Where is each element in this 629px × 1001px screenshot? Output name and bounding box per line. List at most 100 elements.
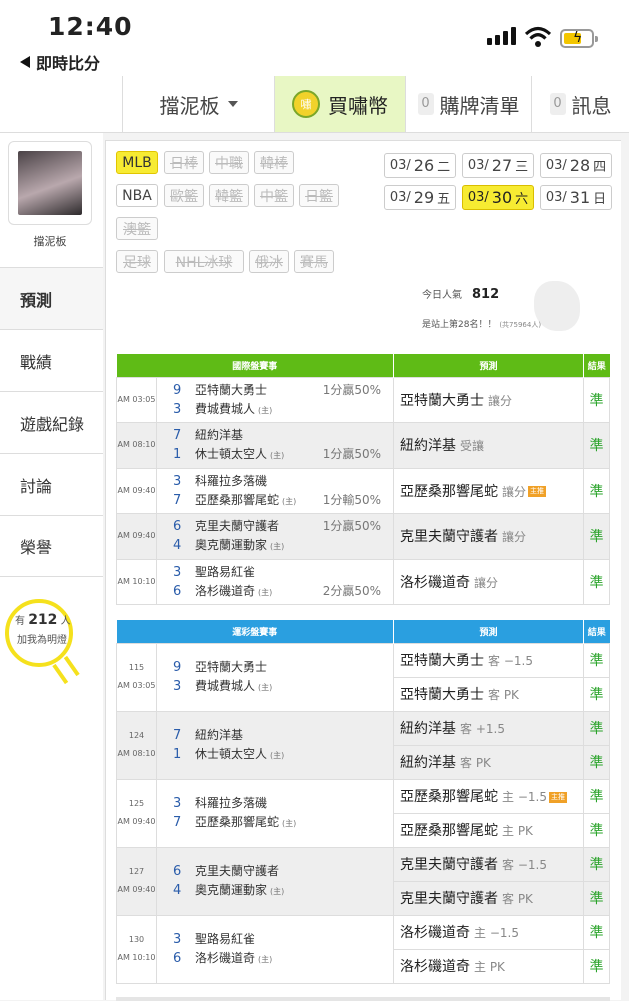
sidebar-item-honors[interactable]: 榮譽 (0, 515, 103, 577)
prediction-cell[interactable]: 洛杉磯道奇主 −1.5 (393, 914, 584, 950)
table-row: AM 09:40 6 克里夫蘭守護者 1分贏50% 4 奧克蘭運動家 (主) 克里夫蘭守護者讓… (116, 513, 610, 560)
away-team: 9 亞特蘭大勇士 (173, 660, 268, 675)
prediction-cell[interactable]: 亞特蘭大勇士客 −1.5 (393, 642, 584, 678)
message-count-badge: 0 (549, 93, 566, 115)
result-cell: 準 (583, 422, 610, 469)
tag-nba[interactable]: NBA (116, 184, 158, 207)
matchup: 6 克里夫蘭守護者 4 奧克蘭運動家 (主) (156, 846, 394, 916)
prediction-cell[interactable]: 紐約洋基客 +1.5 (393, 710, 584, 746)
table-row: AM 03:05 9 亞特蘭大勇士 1分贏50% 3 費城費城人 (主) 亞特蘭大勇士 讓分準 (116, 376, 610, 423)
matchup: 7 紐約洋基 1 休士頓太空人 (主) (156, 710, 394, 780)
table-row: 125 AM 09:40 3 科羅拉多落磯 7 亞歷桑那響尾蛇 (主) 亞歷桑那響尾蛇主 −1… (116, 778, 610, 848)
table-row: 124 AM 08:10 7 紐約洋基 1 休士頓太空人 (主) 紐約洋基客 +1.5 準 (116, 710, 610, 780)
intl-header-result: 結果 (583, 354, 610, 377)
prediction-cell[interactable]: 亞歷桑那響尾蛇主 −1.5 主推 (393, 778, 584, 814)
prediction-cell[interactable]: 克里夫蘭守護者客 −1.5 (393, 846, 584, 882)
result-cell: 準 (583, 846, 610, 882)
result-cell: 準 (583, 467, 610, 514)
matchup: 3 聖路易紅雀 6 洛杉磯道奇 (主) 2分贏50% (156, 558, 394, 605)
away-team: 3 科羅拉多落磯 (173, 473, 268, 489)
coin-icon: 嘯 (292, 90, 320, 118)
pick-type: 讓分 (502, 530, 527, 545)
follow-bulb-button[interactable]: 有 212 人 加我為明燈 (5, 599, 80, 687)
tag-nhl[interactable]: NHL冰球 (164, 250, 244, 273)
pick-team: 洛杉磯道奇 (400, 925, 470, 941)
game-number-time: 127 AM 09:40 (116, 846, 157, 916)
pick-team: 洛杉磯道奇 (400, 959, 470, 975)
prediction-cell[interactable]: 洛杉磯道奇主 PK (393, 948, 584, 984)
prediction-cell[interactable]: 紐約洋基客 PK (393, 744, 584, 780)
user-menu[interactable]: 擋泥板 (122, 76, 274, 132)
table-row: AM 10:10 3 聖路易紅雀 6 洛杉磯道奇 (主) 2分贏50% 洛杉磯道奇 讓分準 (116, 558, 610, 605)
home-team: 1 休士頓太空人 (主) 1分贏50% (173, 447, 381, 463)
table-row: AM 08:10 7 紐約洋基 1 休士頓太空人 (主) 1分贏50% 紐約洋基 受讓準 (116, 422, 610, 469)
date-0331[interactable]: 03/31 日 (540, 185, 612, 210)
rank-text: 是站上第28名！！ (共75964人) (422, 320, 542, 330)
matchup: 6 克里夫蘭守護者 1分贏50% 4 奧克蘭運動家 (主) (156, 513, 394, 560)
buy-coin-button[interactable]: 嘯買嘯幣 (274, 76, 405, 132)
tag-cpbl[interactable]: 中職 (209, 151, 249, 174)
tag-euro-basketball[interactable]: 歐籃 (164, 184, 204, 207)
date-0330[interactable]: 03/30 六 (462, 185, 534, 210)
prediction-cell[interactable]: 克里夫蘭守護者客 PK (393, 880, 584, 916)
messages-label: 訊息 (571, 93, 612, 118)
sidebar-item-record[interactable]: 戰績 (0, 329, 103, 391)
result-cell: 準 (583, 880, 610, 916)
result-cell: 準 (583, 513, 610, 560)
sidebar-item-discussion[interactable]: 討論 (0, 453, 103, 515)
date-0327[interactable]: 03/27 三 (462, 153, 534, 178)
popularity-value: 812 (472, 287, 500, 302)
date-0329[interactable]: 03/29 五 (384, 185, 456, 210)
home-team: 6 洛杉磯道奇 (主) 2分贏50% (173, 583, 381, 599)
tag-china-basketball[interactable]: 中籃 (254, 184, 294, 207)
matchup: 7 紐約洋基 1 休士頓太空人 (主) 1分贏50% (156, 422, 394, 469)
prediction-cell[interactable]: 紐約洋基 受讓 (393, 422, 584, 469)
sidebar-item-predictions[interactable]: 預測 (0, 267, 103, 329)
tag-mlb[interactable]: MLB (116, 151, 158, 174)
result-cell: 準 (583, 642, 610, 678)
prediction-cell[interactable]: 亞特蘭大勇士客 PK (393, 676, 584, 712)
lottery-header-result: 結果 (583, 620, 610, 643)
back-button[interactable]: 即時比分 (20, 50, 100, 74)
prediction-cell[interactable]: 亞歷桑那響尾蛇主 PK (393, 812, 584, 848)
away-team: 6 克里夫蘭守護者 1分贏50% (173, 519, 381, 535)
sidebar-item-game-log[interactable]: 遊戲紀錄 (0, 391, 103, 453)
tag-horse-racing[interactable]: 賽馬 (294, 250, 334, 273)
avatar-frame[interactable] (8, 141, 92, 225)
away-team: 3 科羅拉多落磯 (173, 796, 268, 811)
tag-kbo[interactable]: 韓棒 (254, 151, 294, 174)
back-arrow-icon (20, 56, 30, 68)
prediction-cell[interactable]: 洛杉磯道奇 讓分 (393, 558, 584, 605)
result-cell: 準 (583, 778, 610, 814)
popularity: 今日人氣 812 (422, 287, 500, 302)
away-team: 6 克里夫蘭守護者 (173, 864, 280, 879)
prediction-cell[interactable]: 克里夫蘭守護者 讓分 (393, 513, 584, 560)
pick-team: 亞特蘭大勇士 (400, 392, 484, 409)
table-row: 115 AM 03:05 9 亞特蘭大勇士 3 費城費城人 (主) 亞特蘭大勇士客 −1.5 準 (116, 642, 610, 712)
date-0326[interactable]: 03/26 二 (384, 153, 456, 178)
pick-line: 客 −1.5 (488, 654, 533, 668)
pick-line: 客 PK (460, 756, 491, 770)
prediction-cell[interactable]: 亞特蘭大勇士 讓分 (393, 376, 584, 423)
home-team: 4 奧克蘭運動家 (主) (173, 883, 285, 898)
prediction-cell[interactable]: 亞歷桑那響尾蛇 讓分 主推 (393, 467, 584, 514)
date-0328[interactable]: 03/28 四 (540, 153, 612, 178)
pick-team: 克里夫蘭守護者 (400, 891, 498, 907)
sidebar-username: 擋泥板 (33, 235, 67, 248)
result-cell: 準 (583, 558, 610, 605)
pick-type: 受讓 (460, 439, 485, 454)
tag-soccer[interactable]: 足球 (116, 250, 158, 273)
sidebar: 擋泥板 預測 戰績 遊戲紀錄 討論 榮譽 有 212 人 加我為明燈 (0, 133, 103, 1000)
avatar[interactable] (18, 151, 82, 215)
pick-line: 客 PK (488, 688, 519, 702)
purchase-list-button[interactable]: 0 購牌清單 (405, 76, 531, 132)
table-row: 130 AM 10:10 3 聖路易紅雀 6 洛杉磯道奇 (主) 洛杉磯道奇主 −1.5 準 (116, 914, 610, 984)
messages-button[interactable]: 0 訊息 (531, 76, 629, 132)
tag-npb[interactable]: 日棒 (164, 151, 204, 174)
tag-russia-hockey[interactable]: 俄冰 (249, 250, 289, 273)
tag-japan-basketball[interactable]: 日籃 (299, 184, 339, 207)
tag-aus-basketball[interactable]: 澳籃 (116, 217, 158, 240)
tag-korea-basketball[interactable]: 韓籃 (209, 184, 249, 207)
pick-line: 主 −1.5 (474, 926, 519, 940)
intl-header-pick: 預測 (393, 354, 584, 377)
